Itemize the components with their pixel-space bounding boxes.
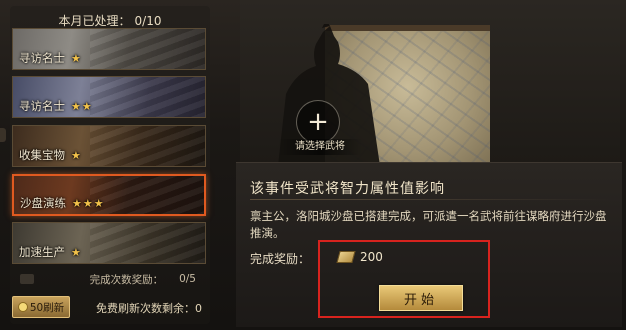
monthly-label: 本月已处理： (58, 14, 131, 28)
quest-item-4-selected[interactable]: 沙盘演练 ★★★ (12, 174, 206, 216)
reward-value: 200 (360, 250, 383, 264)
star-rating: ★★★ (72, 196, 105, 210)
choose-general-hint: 请选择武将 (278, 139, 362, 155)
scroll-icon (336, 251, 356, 263)
completion-reward-row: 完成次数奖励： 0/5 (12, 270, 206, 288)
free-refresh-remaining: 免费刷新次数剩余：0 (96, 300, 202, 316)
quest-item-5[interactable]: 加速生产 ★ (12, 222, 206, 264)
refresh-label: 50刷新 (29, 301, 65, 314)
start-button[interactable]: 开始 (379, 285, 463, 311)
free-refresh-label: 免费刷新次数剩余： (96, 302, 195, 315)
monthly-count: 0/10 (134, 14, 162, 28)
monthly-processed: 本月已处理： 0/10 (10, 12, 210, 29)
quest-item-2[interactable]: 寻访名士 ★★ (12, 76, 206, 118)
plus-icon: + (307, 107, 329, 137)
star-rating: ★ (71, 148, 82, 162)
collapse-arrow-icon[interactable] (0, 128, 6, 142)
completion-reward-value: 0/5 (179, 273, 196, 285)
completion-reward-label: 完成次数奖励： (89, 273, 164, 286)
star-rating: ★ (71, 51, 82, 65)
quest-label: 加速生产 (19, 245, 65, 259)
quest-label: 沙盘演练 (20, 196, 66, 210)
add-general-button[interactable]: + (296, 100, 340, 144)
divider (250, 199, 610, 200)
star-rating: ★★ (71, 99, 93, 113)
event-description: 禀主公，洛阳城沙盘已搭建完成，可派遣一名武将前往谋略府进行沙盘推演。 (250, 209, 607, 240)
coin-icon (17, 302, 28, 312)
quest-item-1[interactable]: 寻访名士 ★ (12, 28, 206, 70)
quest-label: 收集宝物 (19, 148, 65, 162)
chest-icon[interactable] (20, 274, 34, 284)
star-rating: ★ (71, 245, 82, 259)
event-title: 该事件受武将智力属性值影响 (250, 181, 445, 197)
refresh-button[interactable]: 50刷新 (12, 296, 70, 318)
quest-label: 寻访名士 (19, 99, 65, 113)
quest-label: 寻访名士 (19, 51, 65, 65)
reward-item: 200 (336, 250, 383, 264)
reward-label: 完成奖励： (250, 252, 311, 266)
quest-item-3[interactable]: 收集宝物 ★ (12, 125, 206, 167)
free-refresh-value: 0 (195, 302, 202, 315)
